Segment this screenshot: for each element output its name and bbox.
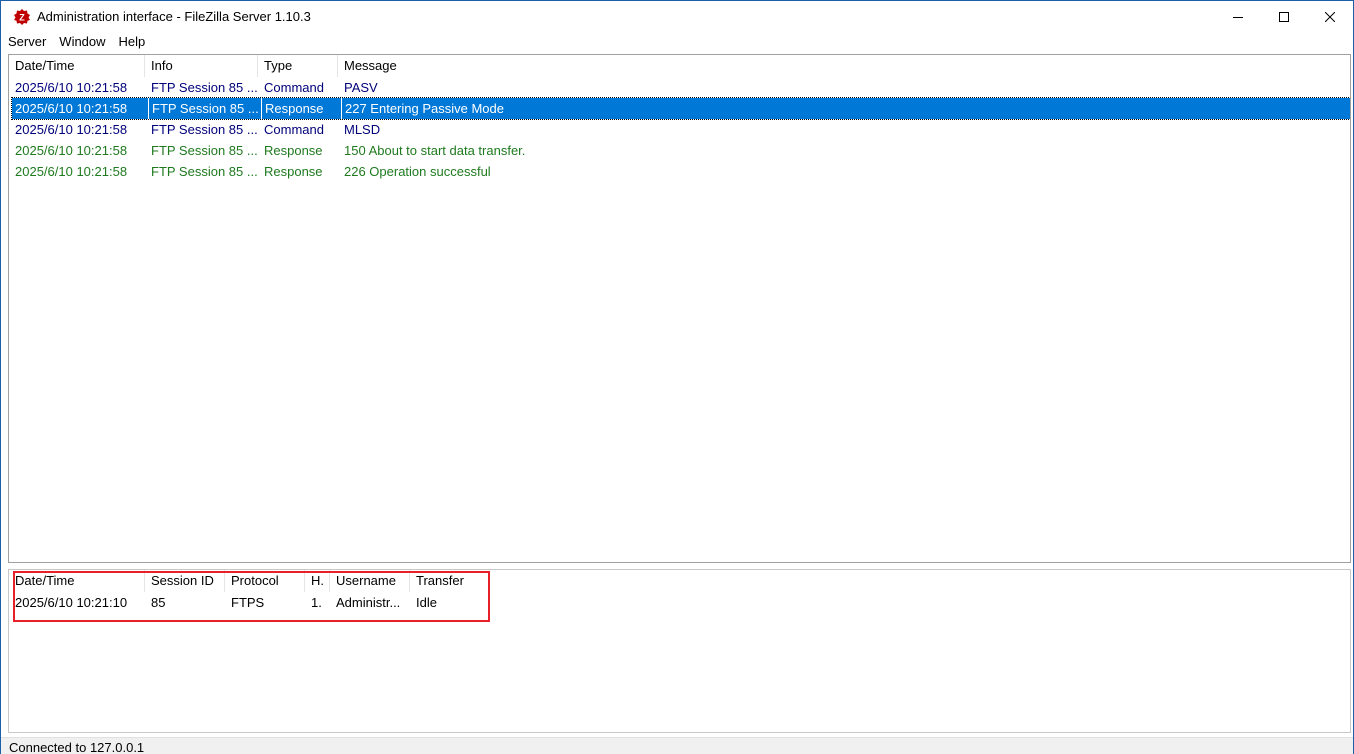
- log-info: FTP Session 85 ...: [148, 98, 261, 119]
- log-datetime: 2025/6/10 10:21:58: [15, 122, 128, 137]
- log-datetime: 2025/6/10 10:21:58: [15, 101, 128, 116]
- log-row-selected[interactable]: 2025/6/10 10:21:58 FTP Session 85 ... Re…: [11, 97, 1350, 120]
- column-header-transfer[interactable]: Transfer: [410, 570, 1350, 592]
- column-header-type[interactable]: Type: [258, 55, 338, 77]
- sessions-header: Date/Time Session ID Protocol H. Usernam…: [9, 570, 1350, 592]
- log-type: Response: [264, 164, 323, 179]
- log-info: FTP Session 85 ...: [151, 122, 258, 137]
- column-header-host[interactable]: H.: [305, 570, 330, 592]
- log-info: FTP Session 85 ...: [151, 143, 258, 158]
- status-bar: Connected to 127.0.0.1: [1, 737, 1353, 754]
- log-list[interactable]: Date/Time Info Type Message 2025/6/10 10…: [8, 54, 1351, 563]
- session-protocol: FTPS: [231, 595, 265, 610]
- log-row[interactable]: 2025/6/10 10:21:58 FTP Session 85 ... Co…: [12, 119, 1350, 140]
- log-message: PASV: [344, 80, 378, 95]
- window-title: Administration interface - FileZilla Ser…: [37, 9, 311, 24]
- log-message: 150 About to start data transfer.: [344, 143, 526, 158]
- menu-server[interactable]: Server: [1, 32, 53, 52]
- log-type: Command: [264, 80, 324, 95]
- log-header: Date/Time Info Type Message: [9, 55, 1350, 77]
- session-username: Administr...: [336, 595, 401, 610]
- maximize-icon: [1279, 11, 1289, 22]
- close-icon: [1325, 11, 1335, 22]
- log-row[interactable]: 2025/6/10 10:21:58 FTP Session 85 ... Re…: [12, 161, 1350, 182]
- svg-text:Z: Z: [19, 12, 25, 22]
- column-header-protocol[interactable]: Protocol: [225, 570, 305, 592]
- menu-window[interactable]: Window: [53, 32, 112, 52]
- menu-help[interactable]: Help: [113, 32, 153, 52]
- column-header-session-id[interactable]: Session ID: [145, 570, 225, 592]
- log-info: FTP Session 85 ...: [151, 164, 258, 179]
- log-type: Response: [261, 98, 341, 119]
- close-button[interactable]: [1307, 1, 1353, 32]
- log-row[interactable]: 2025/6/10 10:21:58 FTP Session 85 ... Co…: [12, 77, 1350, 98]
- session-datetime: 2025/6/10 10:21:10: [15, 595, 128, 610]
- main-window: Z Administration interface - FileZilla S…: [0, 0, 1354, 754]
- session-host: 1.: [311, 595, 322, 610]
- log-message: MLSD: [344, 122, 381, 137]
- session-id: 85: [151, 595, 166, 610]
- sessions-list[interactable]: Date/Time Session ID Protocol H. Usernam…: [8, 569, 1351, 733]
- title-bar[interactable]: Z Administration interface - FileZilla S…: [1, 1, 1353, 32]
- column-header-datetime[interactable]: Date/Time: [9, 570, 145, 592]
- log-info: FTP Session 85 ...: [151, 80, 258, 95]
- maximize-button[interactable]: [1261, 1, 1307, 32]
- log-datetime: 2025/6/10 10:21:58: [15, 80, 128, 95]
- window-controls: [1215, 1, 1353, 32]
- column-header-info[interactable]: Info: [145, 55, 258, 77]
- session-row[interactable]: 2025/6/10 10:21:10 85 FTPS 1. Administr.…: [12, 592, 1350, 614]
- session-transfer: Idle: [416, 595, 437, 610]
- menu-bar: Server Window Help: [1, 32, 1353, 52]
- minimize-icon: [1233, 16, 1243, 18]
- log-message: 226 Operation successful: [344, 164, 491, 179]
- column-header-message[interactable]: Message: [338, 55, 1350, 77]
- column-header-username[interactable]: Username: [330, 570, 410, 592]
- minimize-button[interactable]: [1215, 1, 1261, 32]
- log-message: 227 Entering Passive Mode: [341, 98, 1350, 119]
- log-datetime: 2025/6/10 10:21:58: [15, 164, 128, 179]
- log-datetime: 2025/6/10 10:21:58: [15, 143, 128, 158]
- filezilla-server-icon: Z: [14, 8, 30, 25]
- log-row[interactable]: 2025/6/10 10:21:58 FTP Session 85 ... Re…: [12, 140, 1350, 161]
- log-type: Command: [264, 122, 324, 137]
- log-type: Response: [264, 143, 323, 158]
- column-header-datetime[interactable]: Date/Time: [9, 55, 145, 77]
